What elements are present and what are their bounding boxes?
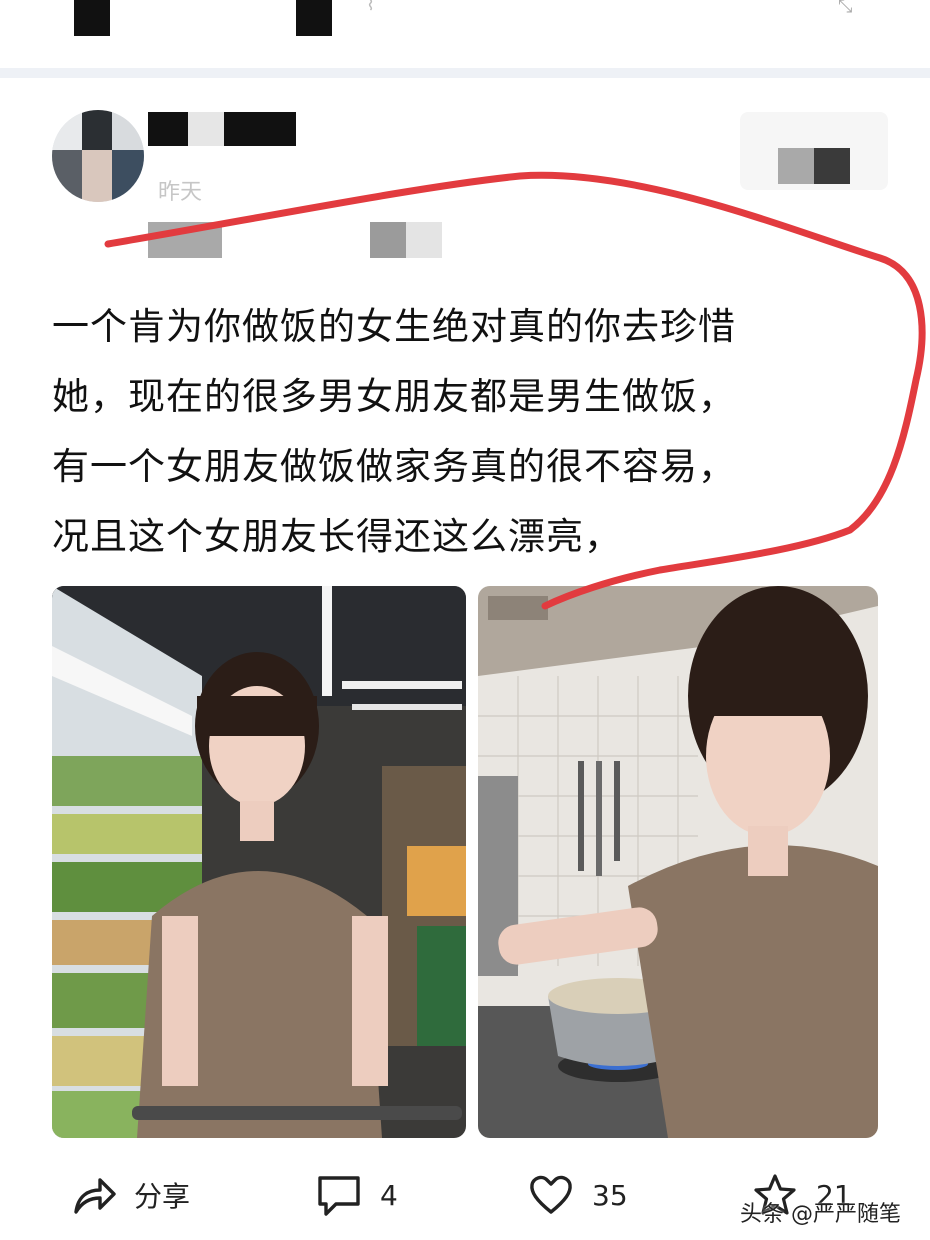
comment-button[interactable]: 4	[316, 1170, 398, 1220]
watermark: 头条 @严严随笔	[740, 1202, 901, 1227]
share-button[interactable]: 分享	[70, 1170, 190, 1220]
post-body[interactable]: 一个肯为你做饭的女生绝对真的你去珍惜 她，现在的很多男女朋友都是男生做饭， 有一…	[52, 292, 872, 572]
faded-icon: ⤡	[838, 0, 853, 17]
comment-icon	[318, 1176, 360, 1216]
faded-icon: ⌇	[366, 0, 375, 15]
censor-pixel	[82, 150, 112, 202]
section-divider	[0, 68, 930, 78]
censor-pixel	[52, 150, 82, 202]
censor-pixel	[814, 148, 850, 184]
post-line: 她，现在的很多男女朋友都是男生做饭，	[52, 375, 736, 418]
censored-subtitle	[56, 222, 486, 258]
post-image-supermarket[interactable]	[52, 586, 466, 1138]
censor-pixel	[82, 110, 112, 150]
share-icon	[74, 1178, 116, 1214]
like-count: 35	[592, 1178, 628, 1212]
comment-count: 4	[380, 1178, 398, 1212]
censor-pixel	[188, 112, 224, 146]
censor-block	[74, 0, 110, 36]
censor-pixel	[52, 110, 82, 150]
kitchen-photo-icon	[478, 586, 878, 1138]
censor-pixel	[370, 222, 406, 258]
post-line: 一个肯为你做饭的女生绝对真的你去珍惜	[52, 305, 736, 348]
post-line: 有一个女朋友做饭做家务真的很不容易，	[52, 445, 736, 488]
follow-button[interactable]	[740, 112, 888, 190]
censor-pixel	[778, 148, 814, 184]
post-line: 况且这个女朋友长得还这么漂亮，	[52, 515, 622, 558]
censor-pixel	[406, 222, 442, 258]
censor-pixel	[148, 222, 222, 258]
avatar[interactable]	[52, 110, 144, 202]
like-button[interactable]: 35	[528, 1170, 628, 1220]
censor-pixel	[112, 150, 144, 202]
post-time: 昨天	[158, 180, 203, 205]
heart-icon	[530, 1175, 572, 1214]
author-name-censored[interactable]	[148, 112, 296, 146]
top-bar: ⌇ ⤡	[0, 0, 930, 68]
share-label: 分享	[134, 1180, 191, 1213]
censor-pixel	[224, 112, 296, 146]
censor-pixel	[112, 110, 144, 150]
post-image-kitchen[interactable]	[478, 586, 878, 1138]
censor-pixel	[148, 112, 188, 146]
censor-block	[296, 0, 332, 36]
supermarket-photo-icon	[52, 586, 466, 1138]
